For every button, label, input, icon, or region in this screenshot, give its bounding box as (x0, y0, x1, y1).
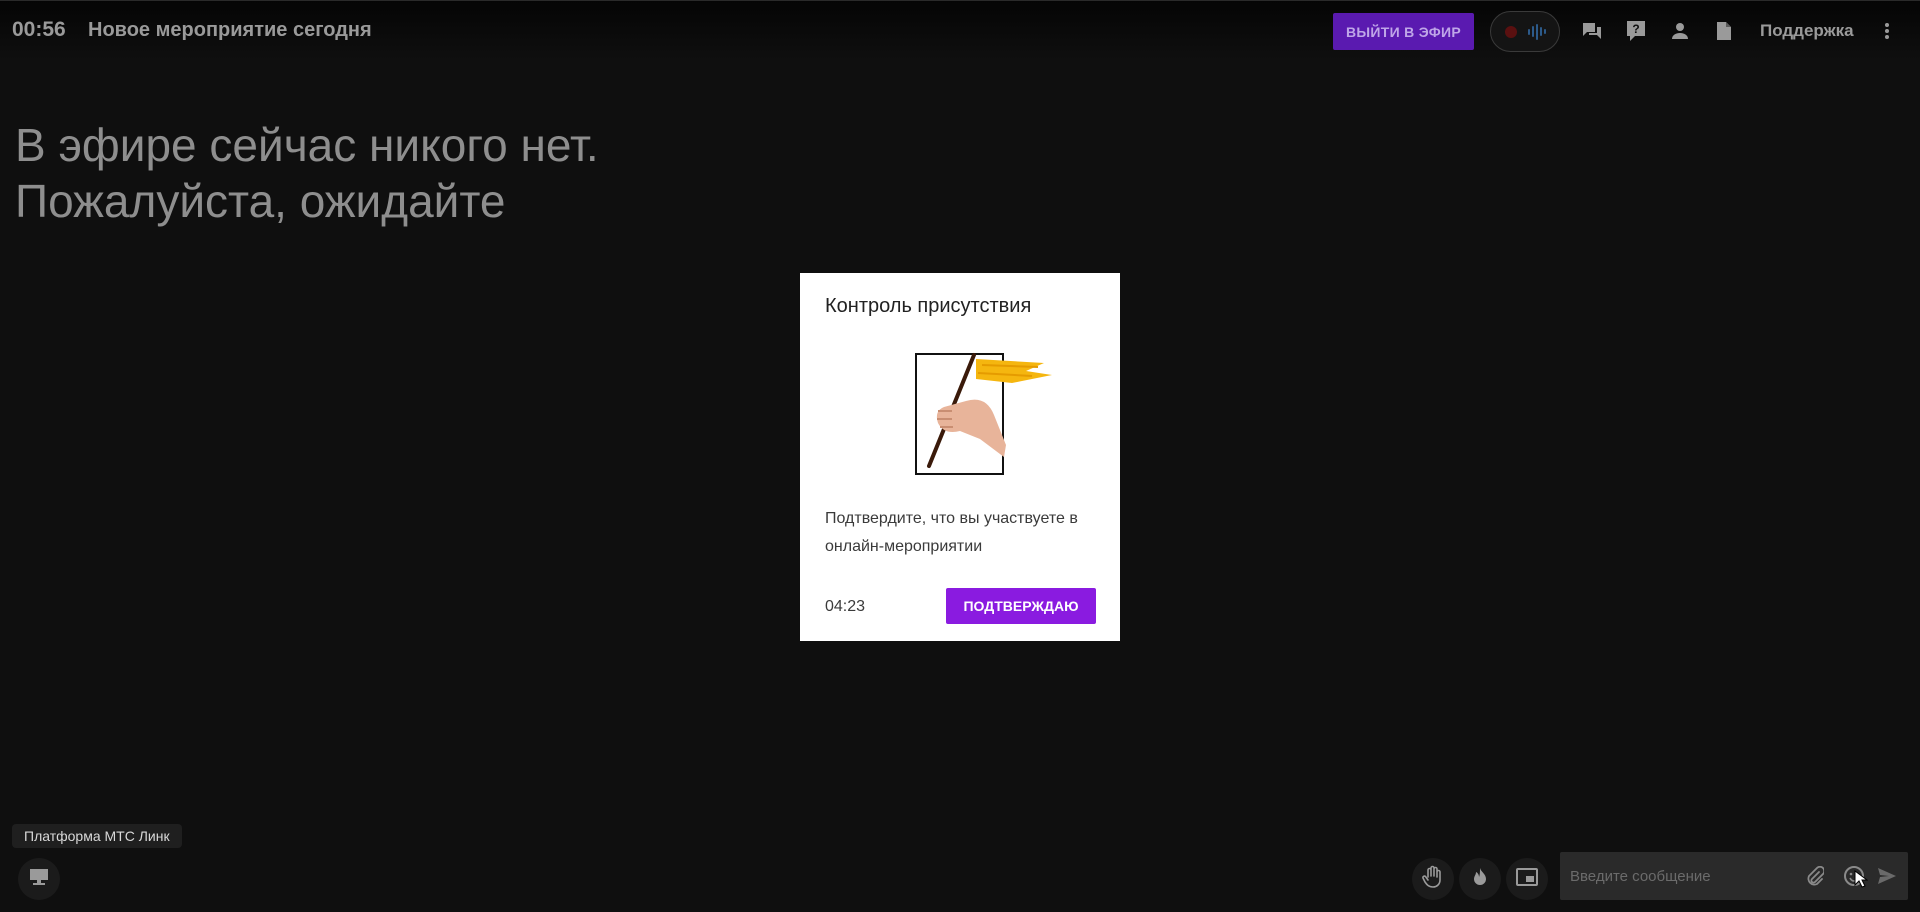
audio-level-icon (1527, 23, 1546, 40)
record-indicator-icon (1504, 25, 1517, 38)
app-root: 00:56 Новое мероприятие сегодня ВЫЙТИ В … (0, 0, 1920, 912)
attach-icon[interactable] (1803, 864, 1827, 888)
more-vert-icon[interactable] (1874, 18, 1900, 44)
modal-message: Подтвердите, что вы участвуете в онлайн-… (825, 510, 1078, 555)
platform-tooltip: Платформа МТС Линк (12, 824, 182, 848)
picture-in-picture-button[interactable] (1506, 858, 1548, 900)
event-title: Новое мероприятие сегодня (88, 19, 372, 41)
raise-hand-button[interactable] (1412, 858, 1454, 900)
elapsed-timer: 00:56 (12, 18, 66, 41)
go-live-button[interactable]: ВЫЙТИ В ЭФИР (1333, 13, 1474, 50)
send-icon[interactable] (1875, 864, 1899, 888)
document-icon[interactable] (1711, 18, 1737, 44)
media-status-pill[interactable] (1490, 11, 1560, 52)
modal-countdown: 04:23 (825, 598, 866, 615)
question-icon[interactable]: ? (1623, 18, 1649, 44)
pip-icon (1516, 867, 1538, 891)
attendance-check-modal: Контроль присутствия Подтвердите, что вы… (800, 273, 1120, 641)
top-bar: 00:56 Новое мероприятие сегодня ВЫЙТИ В … (0, 0, 1920, 60)
reaction-button[interactable] (1459, 858, 1501, 900)
svg-text:?: ? (1632, 22, 1639, 36)
mouse-cursor-icon (1854, 870, 1868, 888)
waiting-line-2: Пожалуйста, ожидайте (15, 175, 506, 227)
person-icon[interactable] (1667, 18, 1693, 44)
support-link[interactable]: Поддержка (1760, 21, 1854, 41)
screen-share-button[interactable] (18, 858, 60, 900)
waiting-line-1: В эфире сейчас никого нет. (15, 119, 599, 171)
chat-icon[interactable] (1579, 18, 1605, 44)
waiting-message: В эфире сейчас никого нет. Пожалуйста, о… (15, 117, 599, 229)
modal-title: Контроль присутствия (825, 295, 1032, 317)
message-input[interactable] (1570, 864, 1780, 888)
fire-icon (1472, 867, 1488, 892)
screen-icon (29, 868, 49, 891)
hand-icon (1422, 865, 1444, 894)
confirm-button[interactable]: ПОДТВЕРЖДАЮ (946, 588, 1096, 624)
flag-illustration (915, 353, 1052, 475)
